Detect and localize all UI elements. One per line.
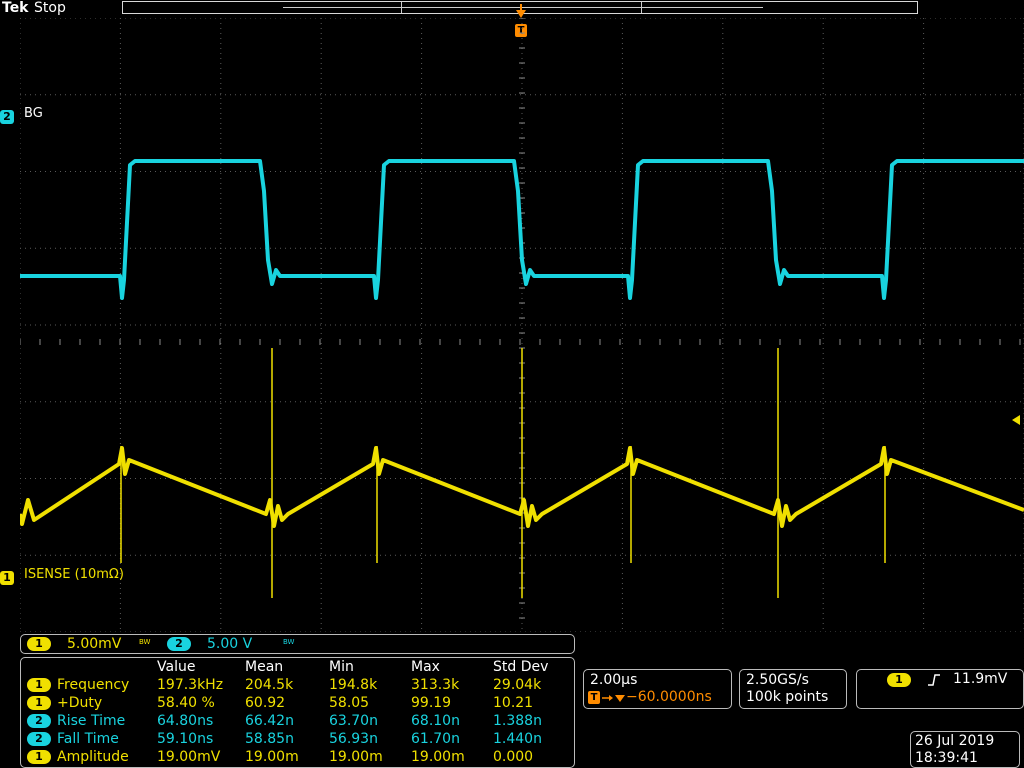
measurement-std: 0.000 [493, 749, 534, 765]
measurement-value: 58.40 % [157, 695, 215, 711]
timebase-box[interactable]: 2.00µs T −60.0000ns [583, 669, 732, 709]
measurement-name: Fall Time [57, 731, 119, 747]
measurement-min: 19.00m [329, 749, 383, 765]
ch2-scale: 5.00 V [207, 636, 253, 652]
waveform-display[interactable] [20, 18, 1024, 632]
run-state: Stop [34, 0, 66, 16]
ch2-scale-badge: 2 [167, 637, 191, 651]
measurement-mean: 19.00m [245, 749, 299, 765]
vertical-scale-bar[interactable]: 1 5.00mV BW 2 5.00 V BW [20, 634, 575, 654]
measurement-header: Value Mean Min Max Std Dev [21, 658, 576, 676]
record-window-left-bracket [401, 2, 402, 13]
measurement-mean: 204.5k [245, 677, 294, 693]
ch1-scale-badge: 1 [27, 637, 51, 651]
measurement-max: 19.00m [411, 749, 465, 765]
measurement-min: 56.93n [329, 731, 378, 747]
ch1-bandwidth-icon: BW [139, 638, 151, 646]
trigger-box[interactable]: 1 11.9mV [856, 669, 1024, 709]
measurement-row[interactable]: 2 Rise Time 64.80ns 66.42n 63.70n 68.10n 1.388… [21, 712, 576, 730]
record-window-right-bracket [641, 2, 642, 13]
top-status-bar: Tek Stop [0, 0, 1024, 18]
ch2-waveform [20, 159, 1024, 300]
measurement-row[interactable]: 2 Fall Time 59.10ns 58.85n 56.93n 61.70n 1.440… [21, 730, 576, 748]
measurement-channel-badge: 1 [27, 696, 51, 710]
trigger-level: 11.9mV [953, 671, 1008, 687]
measurement-max: 99.19 [411, 695, 452, 711]
trigger-source-badge: 1 [887, 673, 911, 687]
graticule-ticks [20, 18, 1021, 619]
measurements-panel[interactable]: Value Mean Min Max Std Dev 1 Frequency 197… [20, 657, 575, 768]
measurement-mean: 60.92 [245, 695, 286, 711]
measurement-value: 59.10ns [157, 731, 214, 747]
delay-arrow-icon [602, 695, 625, 702]
brand-label: Tek [2, 0, 29, 16]
header-mean: Mean [245, 659, 284, 675]
measurement-value: 197.3kHz [157, 677, 224, 693]
measurement-std: 1.440n [493, 731, 542, 747]
ch2-marker[interactable]: 2 [0, 106, 14, 125]
measurement-name: Amplitude [57, 749, 129, 765]
datetime-box: 26 Jul 2019 18:39:41 [910, 731, 1020, 768]
measurement-max: 61.70n [411, 731, 460, 747]
header-min: Min [329, 659, 354, 675]
measurement-name: Frequency [57, 677, 130, 693]
measurement-name: +Duty [57, 695, 103, 711]
ch1-switching-spikes [120, 348, 886, 598]
date: 26 Jul 2019 [915, 733, 995, 749]
timebase-scale: 2.00µs [590, 672, 638, 688]
ch2-badge: 2 [0, 109, 14, 124]
measurement-min: 63.70n [329, 713, 378, 729]
measurement-value: 19.00mV [157, 749, 221, 765]
measurement-std: 1.388n [493, 713, 542, 729]
header-max: Max [411, 659, 440, 675]
sample-rate: 2.50GS/s [746, 672, 809, 688]
measurement-name: Rise Time [57, 713, 126, 729]
measurement-row[interactable]: 1 Frequency 197.3kHz 204.5k 194.8k 313.3k 29.0… [21, 676, 576, 694]
measurement-max: 313.3k [411, 677, 460, 693]
ch1-label: ISENSE (10mΩ) [24, 567, 124, 582]
measurement-mean: 66.42n [245, 713, 294, 729]
measurement-std: 29.04k [493, 677, 542, 693]
measurement-min: 194.8k [329, 677, 378, 693]
ch2-label: BG [24, 106, 43, 121]
measurement-channel-badge: 1 [27, 750, 51, 764]
ch2-bandwidth-icon: BW [283, 638, 295, 646]
rising-edge-icon [928, 674, 940, 686]
time: 18:39:41 [915, 750, 978, 766]
header-value: Value [157, 659, 196, 675]
measurement-std: 10.21 [493, 695, 534, 711]
measurement-min: 58.05 [329, 695, 370, 711]
record-length: 100k points [746, 689, 829, 705]
measurement-row[interactable]: 1 Amplitude 19.00mV 19.00m 19.00m 19.00m 0.000 [21, 748, 576, 766]
ch1-badge: 1 [0, 570, 14, 585]
acquisition-box[interactable]: 2.50GS/s 100k points [739, 669, 847, 709]
measurement-channel-badge: 2 [27, 714, 51, 728]
measurement-row[interactable]: 1 +Duty 58.40 % 60.92 58.05 99.19 10.21 [21, 694, 576, 712]
trigger-level-arrow-icon[interactable] [1010, 414, 1022, 426]
measurement-channel-badge: 2 [27, 732, 51, 746]
delay-trigger-icon: T [588, 691, 600, 704]
header-std-dev: Std Dev [493, 659, 549, 675]
ch1-scale: 5.00mV [67, 636, 122, 652]
measurement-max: 68.10n [411, 713, 460, 729]
measurement-mean: 58.85n [245, 731, 294, 747]
ch1-marker[interactable]: 1 [0, 567, 14, 586]
measurement-value: 64.80ns [157, 713, 214, 729]
measurement-channel-badge: 1 [27, 678, 51, 692]
horizontal-delay: −60.0000ns [626, 689, 712, 705]
